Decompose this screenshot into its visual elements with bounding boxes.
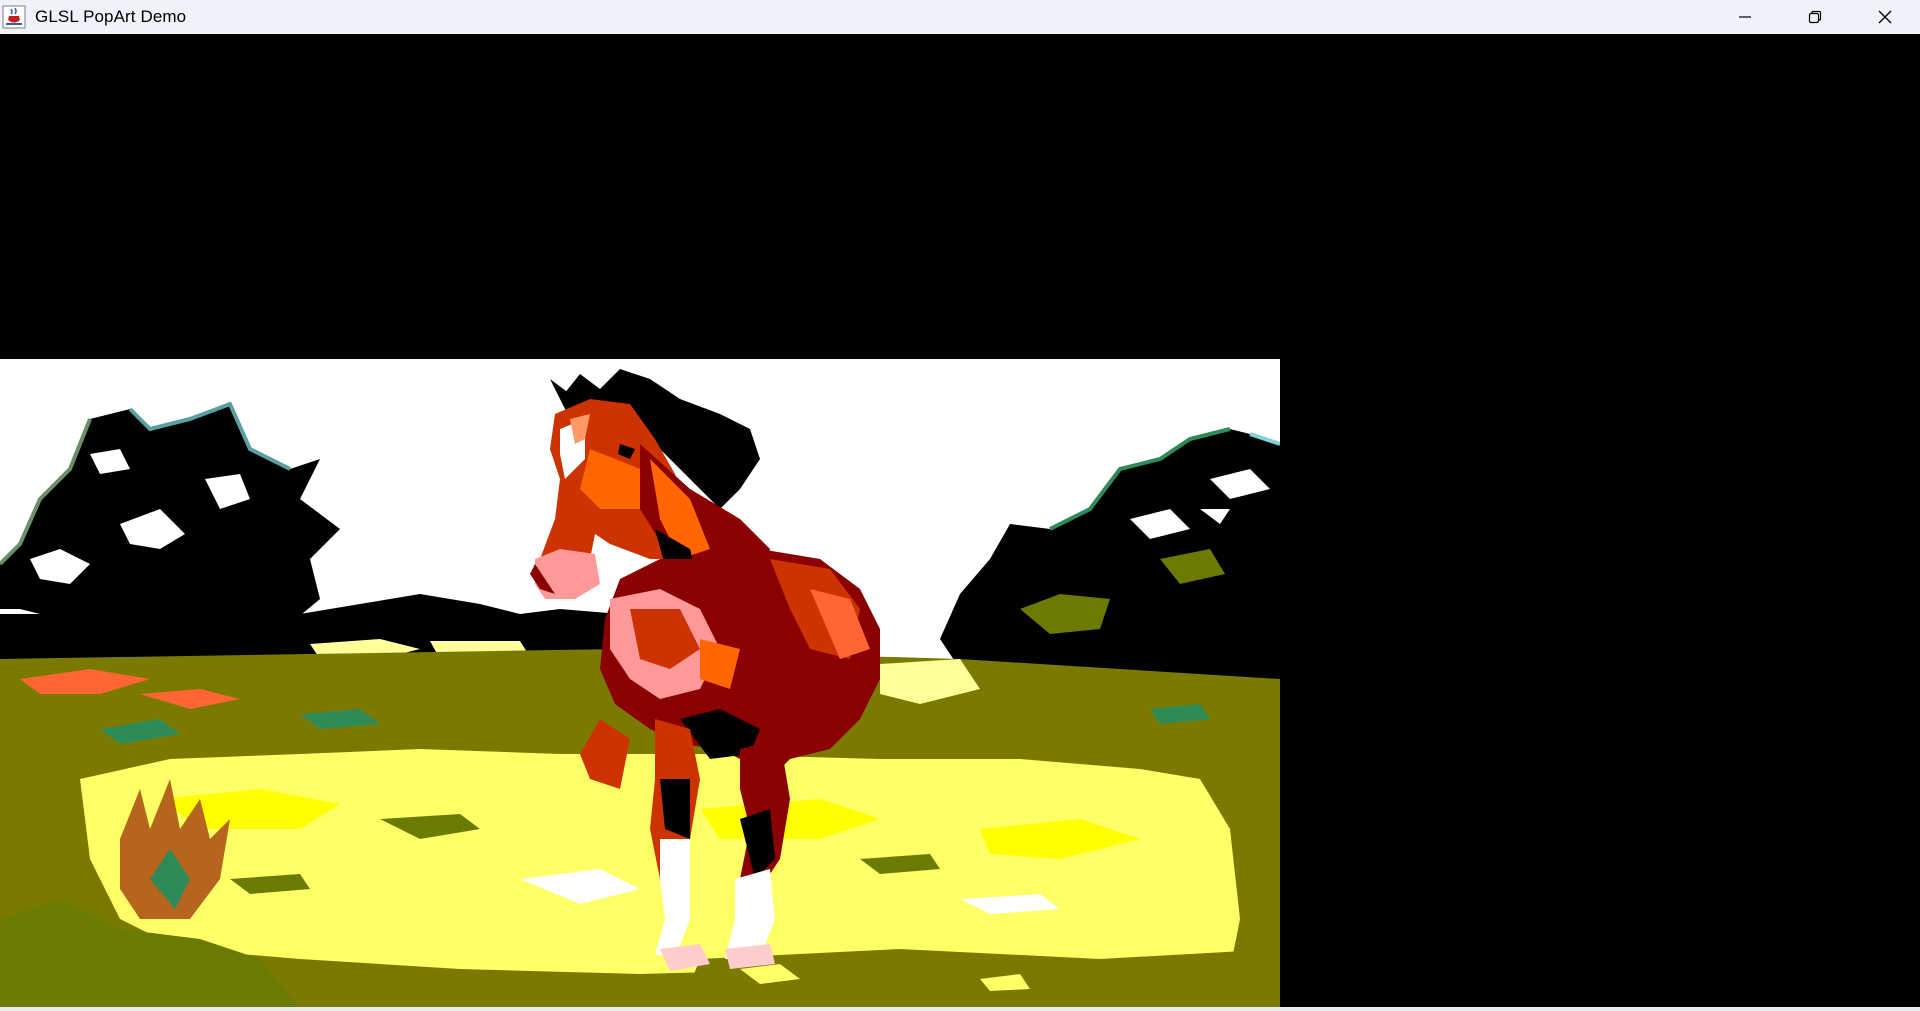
window-controls: [1710, 0, 1920, 34]
popart-horse-image: [0, 359, 1280, 1009]
restore-icon: [1808, 10, 1822, 24]
title-bar[interactable]: GLSL PopArt Demo: [0, 0, 1920, 34]
close-button[interactable]: [1850, 0, 1920, 34]
minimize-button[interactable]: [1710, 0, 1780, 34]
minimize-icon: [1739, 16, 1751, 18]
restore-button[interactable]: [1780, 0, 1850, 34]
java-cup-icon: [2, 5, 26, 29]
window-title: GLSL PopArt Demo: [35, 7, 187, 26]
window-bottom-border: [0, 1007, 1920, 1011]
app-window: GLSL PopArt Demo: [0, 0, 1920, 1011]
gl-canvas[interactable]: [0, 34, 1920, 1011]
popart-image: [0, 359, 1280, 1009]
close-icon: [1878, 10, 1892, 24]
